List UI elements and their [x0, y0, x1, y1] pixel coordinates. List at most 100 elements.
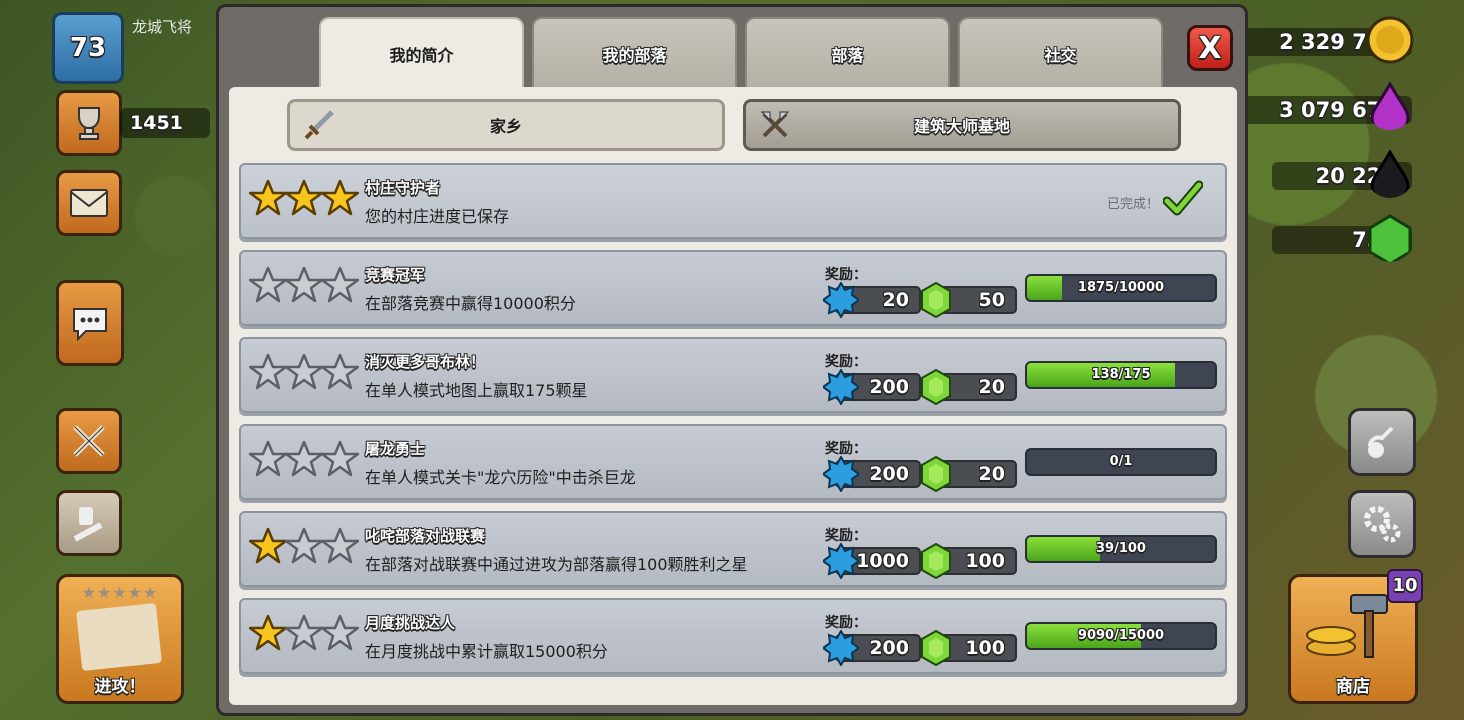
progress-text: 138/175 — [1091, 367, 1151, 382]
reward-label: 奖励： — [825, 354, 867, 370]
chat-button[interactable] — [56, 280, 124, 366]
subtab-builder-base[interactable]: 建筑大师基地 — [743, 99, 1181, 151]
achievement-stars — [249, 614, 359, 652]
gem-reward-icon — [921, 282, 951, 318]
gem-reward-icon — [921, 456, 951, 492]
trophy-icon — [78, 107, 100, 140]
xp-star-icon — [823, 456, 859, 492]
achievement-description: 您的村庄进度已保存 — [365, 207, 510, 226]
achievements-panel: 家乡 建筑大师基地 村庄守护者您的村庄进度已保存 已完成！ 竞赛冠军 在部落竞赛中赢得… — [229, 87, 1237, 705]
star-empty-icon — [285, 614, 323, 651]
achievement-title: 竞赛冠军 — [365, 266, 426, 284]
achievement-stars — [249, 440, 359, 478]
achievement-progress-bar: 39/100 — [1025, 535, 1217, 563]
star-empty-icon — [321, 440, 359, 477]
shop-button[interactable]: 商店 10 — [1288, 569, 1423, 704]
subtab-builder-label: 建筑大师基地 — [913, 117, 1010, 136]
tab-my-profile[interactable]: 我的简介 — [319, 17, 524, 89]
achievement-row: 村庄守护者您的村庄进度已保存 已完成！ — [239, 163, 1227, 239]
subtab-home-label: 家乡 — [489, 117, 522, 136]
achievement-row: 消灭更多哥布林！ 在单人模式地图上赢取175颗星 奖励： 200 20 138/175 — [239, 337, 1227, 413]
star-empty-icon — [249, 353, 287, 390]
gold-coin-icon — [1366, 16, 1414, 64]
achievement-row: 叱咤部落对战联赛 在部落对战联赛中通过进攻为部落赢得100颗胜利之星 奖励： 1000… — [239, 511, 1227, 587]
close-button[interactable]: X — [1187, 25, 1233, 71]
achievement-description: 在部落对战联赛中通过进攻为部落赢得100颗胜利之星 — [365, 555, 748, 574]
mail-button[interactable] — [56, 170, 122, 236]
star-empty-icon — [285, 266, 323, 303]
achievement-row: 竞赛冠军 在部落竞赛中赢得10000积分 奖励： 20 50 1875/10000 — [239, 250, 1227, 326]
tab-my-clan[interactable]: 我的部落 — [532, 17, 737, 89]
achievement-title: 月度挑战达人 — [365, 614, 456, 632]
reward-label: 奖励： — [825, 267, 867, 283]
war-button[interactable] — [56, 408, 122, 474]
gem-reward-icon — [921, 630, 951, 666]
profile-dialog: 我的简介 我的部落 部落 社交 X 家乡 建筑大师基地 村庄守护者您的村庄进度已… — [216, 4, 1248, 716]
gem-reward-icon — [921, 369, 951, 405]
star-empty-icon — [321, 353, 359, 390]
star-filled-icon — [285, 179, 323, 216]
elixir-drop-icon — [1370, 82, 1410, 130]
hammer-coins-icon — [1306, 594, 1388, 658]
star-empty-icon — [249, 440, 287, 477]
trophy-button[interactable] — [56, 90, 122, 156]
attack-button[interactable]: ★★★★★ 进攻！ — [56, 574, 184, 704]
achievement-row: 月度挑战达人 在月度挑战中累计赢取15000积分 奖励： 200 100 9090/150… — [239, 598, 1227, 674]
crossed-swords-icon — [73, 425, 105, 457]
achievement-title: 村庄守护者 — [365, 179, 441, 197]
progress-text: 9090/15000 — [1077, 628, 1165, 643]
achievement-progress-bar: 1875/10000 — [1025, 274, 1217, 302]
xp-star-icon — [823, 369, 859, 405]
checkmark-icon — [1163, 180, 1203, 216]
army-button[interactable] — [56, 490, 122, 556]
reward-label: 奖励： — [825, 528, 867, 544]
tab-clans[interactable]: 部落 — [745, 17, 950, 89]
star-empty-icon — [321, 614, 359, 651]
progress-text: 1875/10000 — [1077, 280, 1165, 295]
achievement-title: 消灭更多哥布林！ — [365, 353, 486, 371]
subtab-home-village[interactable]: 家乡 — [287, 99, 725, 151]
star-empty-icon — [285, 440, 323, 477]
star-filled-icon — [249, 179, 287, 216]
xp-star-icon — [823, 630, 859, 666]
star-filled-icon — [249, 527, 287, 564]
xp-star-icon — [823, 282, 859, 318]
progress-text: 0/1 — [1109, 454, 1133, 469]
crossed-axes-icon — [760, 111, 790, 138]
layout-button[interactable] — [1348, 408, 1416, 476]
achievement-row: 屠龙勇士 在单人模式关卡"龙穴历险"中击杀巨龙 奖励： 200 20 0/1 — [239, 424, 1227, 500]
star-filled-icon — [321, 179, 359, 216]
reward-label: 奖励： — [825, 441, 867, 457]
shop-label: 商店 — [1336, 677, 1370, 697]
achievement-stars — [249, 353, 359, 391]
achievement-stars — [249, 266, 359, 304]
player-level-badge[interactable]: 73 — [52, 12, 124, 84]
mail-icon — [70, 189, 108, 217]
completed-label: 已完成！ — [1106, 197, 1159, 212]
shop-notification-badge: 10 — [1387, 569, 1423, 603]
achievement-description: 在月度挑战中累计赢取15000积分 — [365, 642, 608, 661]
achievement-title: 叱咤部落对战联赛 — [365, 527, 486, 545]
map-icon — [76, 602, 162, 672]
achievement-progress-bar: 9090/15000 — [1025, 622, 1217, 650]
chat-icon — [73, 308, 107, 341]
settings-button[interactable] — [1348, 490, 1416, 558]
profile-tabs: 我的简介 我的部落 部落 社交 — [319, 17, 1163, 89]
achievement-progress-bar: 138/175 — [1025, 361, 1217, 389]
dark-elixir-icon — [1370, 150, 1410, 198]
gear-icon — [1364, 506, 1401, 543]
achievement-stars — [249, 527, 359, 565]
player-name: 龙城飞将 — [132, 18, 193, 36]
xp-star-icon — [823, 543, 859, 579]
achievement-description: 在单人模式关卡"龙穴历险"中击杀巨龙 — [365, 468, 636, 487]
barracks-icon — [73, 507, 103, 542]
star-empty-icon — [285, 353, 323, 390]
tab-social[interactable]: 社交 — [958, 17, 1163, 89]
achievement-progress-bar: 0/1 — [1025, 448, 1217, 476]
star-filled-icon — [249, 614, 287, 651]
trophy-count: 1451 — [120, 108, 210, 138]
achievement-stars — [249, 179, 359, 217]
star-empty-icon — [285, 527, 323, 564]
gem-icon — [1368, 214, 1412, 262]
attack-label: 进攻！ — [94, 677, 146, 697]
